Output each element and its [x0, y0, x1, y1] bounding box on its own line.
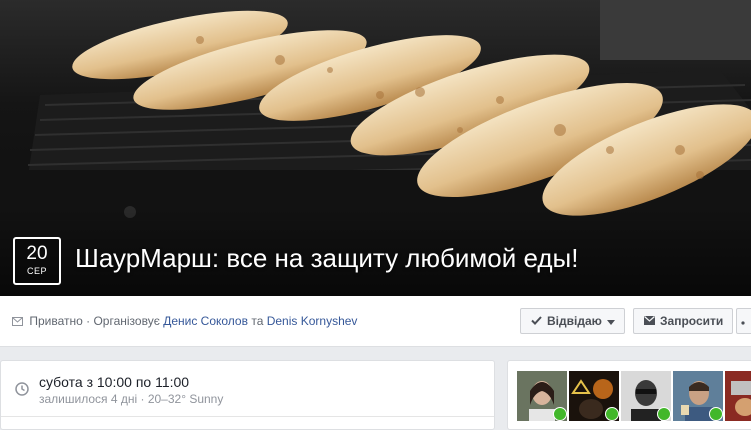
more-dots-icon: [741, 314, 747, 328]
friend-avatar[interactable]: [621, 371, 671, 421]
caret-down-icon: [606, 314, 615, 328]
going-check-icon: [657, 407, 671, 421]
friend-avatar[interactable]: [725, 371, 751, 421]
envelope-icon: [12, 315, 23, 329]
host-link-1[interactable]: Денис Соколов: [163, 314, 248, 328]
event-countdown-weather: залишилося 4 дні · 20–32° Sunny: [39, 392, 224, 406]
envelope-icon: [644, 314, 655, 328]
friends-going-card: [507, 360, 751, 430]
event-cover-photo[interactable]: 20 СЕР ШаурМарш: все на защиту любимой е…: [0, 0, 751, 296]
checkmark-icon: [531, 314, 542, 328]
divider: [1, 416, 494, 417]
event-time[interactable]: субота з 10:00 по 11:00: [39, 374, 189, 390]
friend-avatar[interactable]: [517, 371, 567, 421]
more-options-button[interactable]: [736, 308, 751, 334]
invite-label: Запросити: [660, 314, 724, 328]
going-check-icon: [553, 407, 567, 421]
event-day: 20: [26, 243, 48, 264]
going-check-icon: [709, 407, 723, 421]
friend-avatar[interactable]: [673, 371, 723, 421]
event-date-badge: 20 СЕР: [13, 237, 61, 285]
invite-button[interactable]: Запросити: [633, 308, 733, 334]
event-title: ШаурМарш: все на защиту любимой еды!: [75, 243, 579, 273]
going-label: Відвідаю: [547, 314, 602, 328]
host-link-2[interactable]: Denis Kornyshev: [267, 314, 358, 328]
event-month: СЕР: [26, 266, 47, 276]
going-button[interactable]: Відвідаю: [520, 308, 625, 334]
friend-avatar[interactable]: [569, 371, 619, 421]
event-meta: Приватно · Організовує Денис Соколов та …: [12, 314, 357, 329]
going-check-icon: [605, 407, 619, 421]
event-header-bar: Приватно · Організовує Денис Соколов та …: [0, 296, 751, 347]
clock-icon: [15, 382, 29, 401]
event-details-card: субота з 10:00 по 11:00 залишилося 4 дні…: [0, 360, 495, 430]
and-label: та: [251, 314, 264, 328]
organized-by-label: · Організовує: [86, 314, 160, 328]
privacy-label: Приватно: [29, 314, 83, 328]
